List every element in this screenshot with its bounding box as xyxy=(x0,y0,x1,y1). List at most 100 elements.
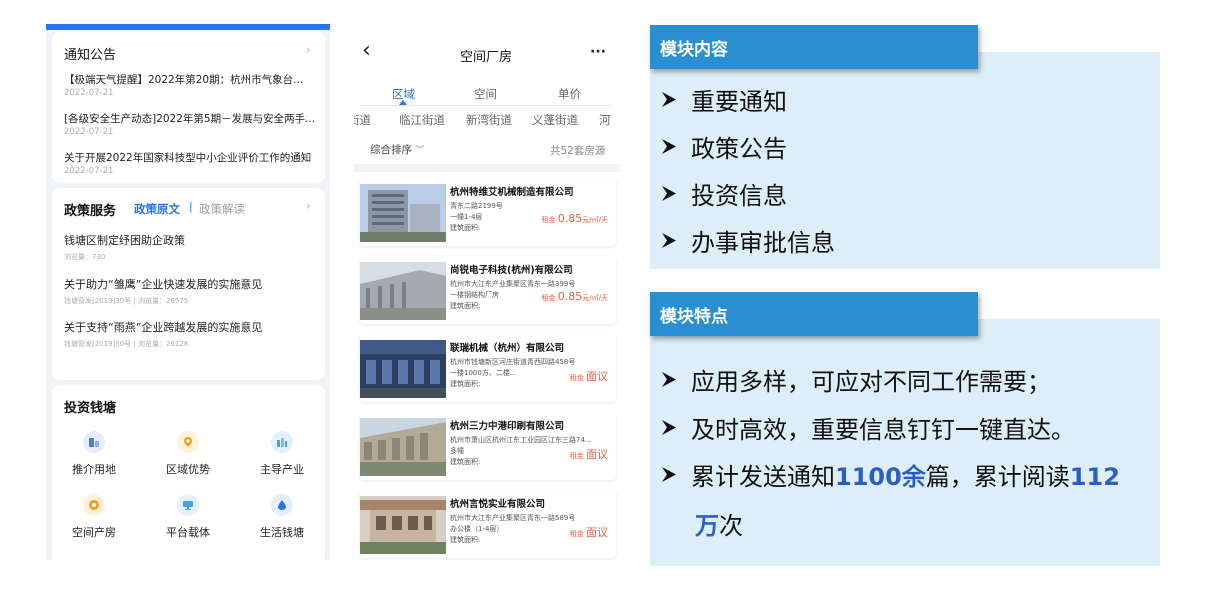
notice-item-title[interactable]: [各级安全生产动态]2022年第5期－发展与安全两手... xyxy=(64,111,319,126)
notice-card: 通知公告 › 【极端天气提醒】2022年第20期：杭州市气象台... 2022-… xyxy=(52,32,325,183)
content-bullet: 重要通知 xyxy=(662,82,787,117)
street-chip[interactable]: 义蓬街道 xyxy=(532,112,578,128)
street-chip[interactable]: 街道 xyxy=(354,112,371,128)
stat-text: 累计发送通知 xyxy=(691,463,835,491)
more-options-icon[interactable]: ··· xyxy=(590,44,606,60)
chevron-right-icon[interactable]: › xyxy=(306,43,311,58)
arrow-bullet-icon xyxy=(662,420,676,435)
module-content-heading: 模块内容 xyxy=(650,25,978,69)
space-factory-screen: ‹ 空间厂房 ··· 区域 空间 单价 街道 临江街道 新湾街道 义蓬街道 河 … xyxy=(354,24,620,560)
street-chip[interactable]: 临江街道 xyxy=(399,112,445,128)
factory-photo xyxy=(360,418,446,476)
monitor-icon xyxy=(177,494,199,516)
invest-qiantang-card: 投资钱塘 推介用地 区域优势 主导产业 空间产房 平台载体 生活钱塘 xyxy=(52,385,325,560)
invest-item-industry[interactable]: 主导产业 xyxy=(240,431,324,477)
arrow-bullet-icon xyxy=(662,186,676,201)
invest-item-label: 空间产房 xyxy=(72,526,116,539)
listing-spec: 多幢 xyxy=(450,447,464,455)
listing-address: 青东二路2199号 xyxy=(450,202,503,210)
feature-bullet-continuation: 万次 xyxy=(695,506,743,541)
feature-bullet: 及时高效，重要信息钉钉一键直达。 xyxy=(662,410,1075,445)
invest-item-region[interactable]: 区域优势 xyxy=(146,431,230,477)
stat-highlight: 112 xyxy=(1069,463,1120,491)
invest-card-title: 投资钱塘 xyxy=(64,401,117,416)
listing-card[interactable]: 联瑞机械（杭州）有限公司 杭州市钱塘新区河庄街道青西四路458号 一楼1000方… xyxy=(360,334,616,402)
notice-card-title: 通知公告 xyxy=(64,48,117,63)
arrow-bullet-icon xyxy=(662,92,676,107)
content-bullet: 办事审批信息 xyxy=(662,223,835,258)
listing-rent: 租金 面议 xyxy=(570,524,608,540)
listing-area: 建筑面积: xyxy=(450,224,481,232)
listing-spec: 办公楼（1-4层） xyxy=(450,525,504,533)
content-bullet: 投资信息 xyxy=(662,176,787,211)
industry-icon xyxy=(271,431,293,453)
tab-space[interactable]: 空间 xyxy=(474,86,497,102)
page-title: 空间厂房 xyxy=(460,50,513,65)
stat-highlight: 万 xyxy=(695,512,719,540)
listing-spec: 一楼1000方、二楼... xyxy=(450,369,517,377)
policy-item-meta: 浏览量：730 xyxy=(64,253,106,261)
rent-unit: 元/㎡/天 xyxy=(582,294,608,302)
policy-item-title[interactable]: 钱塘区制定纾困助企政策 xyxy=(64,232,185,248)
listing-name: 杭州言悦实业有限公司 xyxy=(450,499,546,510)
section-gap xyxy=(354,164,620,172)
feature-bullet-text: 及时高效，重要信息钉钉一键直达。 xyxy=(691,416,1075,444)
invest-item-space[interactable]: 空间产房 xyxy=(52,494,136,540)
factory-photo xyxy=(360,262,446,320)
content-bullet-text: 重要通知 xyxy=(691,88,787,116)
chevron-right-icon[interactable]: › xyxy=(306,199,311,214)
listing-card[interactable]: 杭州言悦实业有限公司 杭州市大江东产业集聚区青东一路589号 办公楼（1-4层）… xyxy=(360,490,616,558)
factory-photo xyxy=(360,184,446,242)
listing-area: 建筑面积: xyxy=(450,380,481,388)
feature-bullet-text: 应用多样，可应对不同工作需要； xyxy=(691,368,1051,396)
rent-value: 面议 xyxy=(586,526,608,539)
invest-item-platform[interactable]: 平台载体 xyxy=(146,494,230,540)
factory-photo xyxy=(360,496,446,554)
circle-dot-icon xyxy=(83,494,105,516)
tab-policy-original[interactable]: 政策原文 xyxy=(134,201,180,217)
policy-item-title[interactable]: 关于助力“雏鹰”企业快速发展的实施意见 xyxy=(64,276,262,292)
street-chip[interactable]: 新湾街道 xyxy=(466,112,512,128)
factory-photo xyxy=(360,340,446,398)
policy-item-title[interactable]: 关于支持“雨燕”企业跨越发展的实施意见 xyxy=(64,319,262,335)
back-arrow-icon[interactable]: ‹ xyxy=(362,40,371,62)
app-header-strip xyxy=(46,24,330,30)
street-filter-row: 街道 临江街道 新湾街道 义蓬街道 河 xyxy=(354,112,620,128)
gov-app-home-screen: 通知公告 › 【极端天气提醒】2022年第20期：杭州市气象台... 2022-… xyxy=(46,24,330,560)
listing-rent: 租金 0.85元/㎡/天 xyxy=(542,212,608,225)
policy-item-meta: 钱塘管发[2019]30号 | 浏览量：26128 xyxy=(64,340,189,348)
policy-card-title: 政策服务 xyxy=(64,204,117,219)
notice-item-title[interactable]: 关于开展2022年国家科技型中小企业评价工作的通知 xyxy=(64,150,319,165)
listing-spec: 一幢1-4层 xyxy=(450,213,483,221)
feature-bullet: 应用多样，可应对不同工作需要； xyxy=(662,362,1051,397)
rent-value: 0.85 xyxy=(557,290,583,303)
listing-rent: 租金 面议 xyxy=(570,368,608,384)
listing-name: 杭州三力中港印刷有限公司 xyxy=(450,421,565,432)
tab-price[interactable]: 单价 xyxy=(558,86,581,102)
notice-item-title[interactable]: 【极端天气提醒】2022年第20期：杭州市气象台... xyxy=(64,72,319,87)
notice-item-date: 2022-07-21 xyxy=(64,88,114,98)
listing-area: 建筑面积: xyxy=(450,458,481,466)
module-features-heading: 模块特点 xyxy=(650,292,978,336)
invest-item-land[interactable]: 推介用地 xyxy=(52,431,136,477)
content-bullet: 政策公告 xyxy=(662,129,787,164)
rent-label: 租金 xyxy=(541,216,556,224)
listing-card[interactable]: 尚锐电子科技(杭州)有限公司 杭州市大江东产业集聚区青东一路399号 一楼钢结构… xyxy=(360,256,616,324)
listing-area: 建筑面积: xyxy=(450,536,481,544)
listing-spec: 一楼钢结构厂房 xyxy=(450,291,499,299)
listing-card[interactable]: 杭州特维艾机械制造有限公司 青东二路2199号 一幢1-4层 建筑面积: 租金 … xyxy=(360,178,616,246)
listing-card[interactable]: 杭州三力中港印刷有限公司 杭州市萧山区杭州江东工业园区江东三路74... 多幢 … xyxy=(360,412,616,480)
tab-policy-interpretation[interactable]: 政策解读 xyxy=(199,201,245,217)
street-chip[interactable]: 河 xyxy=(599,112,611,128)
invest-item-label: 平台载体 xyxy=(166,526,210,539)
content-bullet-text: 政策公告 xyxy=(691,135,787,163)
invest-item-label: 主导产业 xyxy=(260,463,304,476)
rent-value: 面议 xyxy=(586,370,608,383)
invest-item-life[interactable]: 生活钱塘 xyxy=(240,494,324,540)
sort-dropdown[interactable]: 综合排序 ﹀ xyxy=(370,142,424,157)
listing-name: 杭州特维艾机械制造有限公司 xyxy=(450,187,574,198)
listing-address: 杭州市钱塘新区河庄街道青西四路458号 xyxy=(450,358,576,366)
content-bullet-text: 办事审批信息 xyxy=(691,229,835,257)
listing-count: 共52套房源 xyxy=(550,145,606,157)
chevron-down-icon: ﹀ xyxy=(415,146,425,156)
